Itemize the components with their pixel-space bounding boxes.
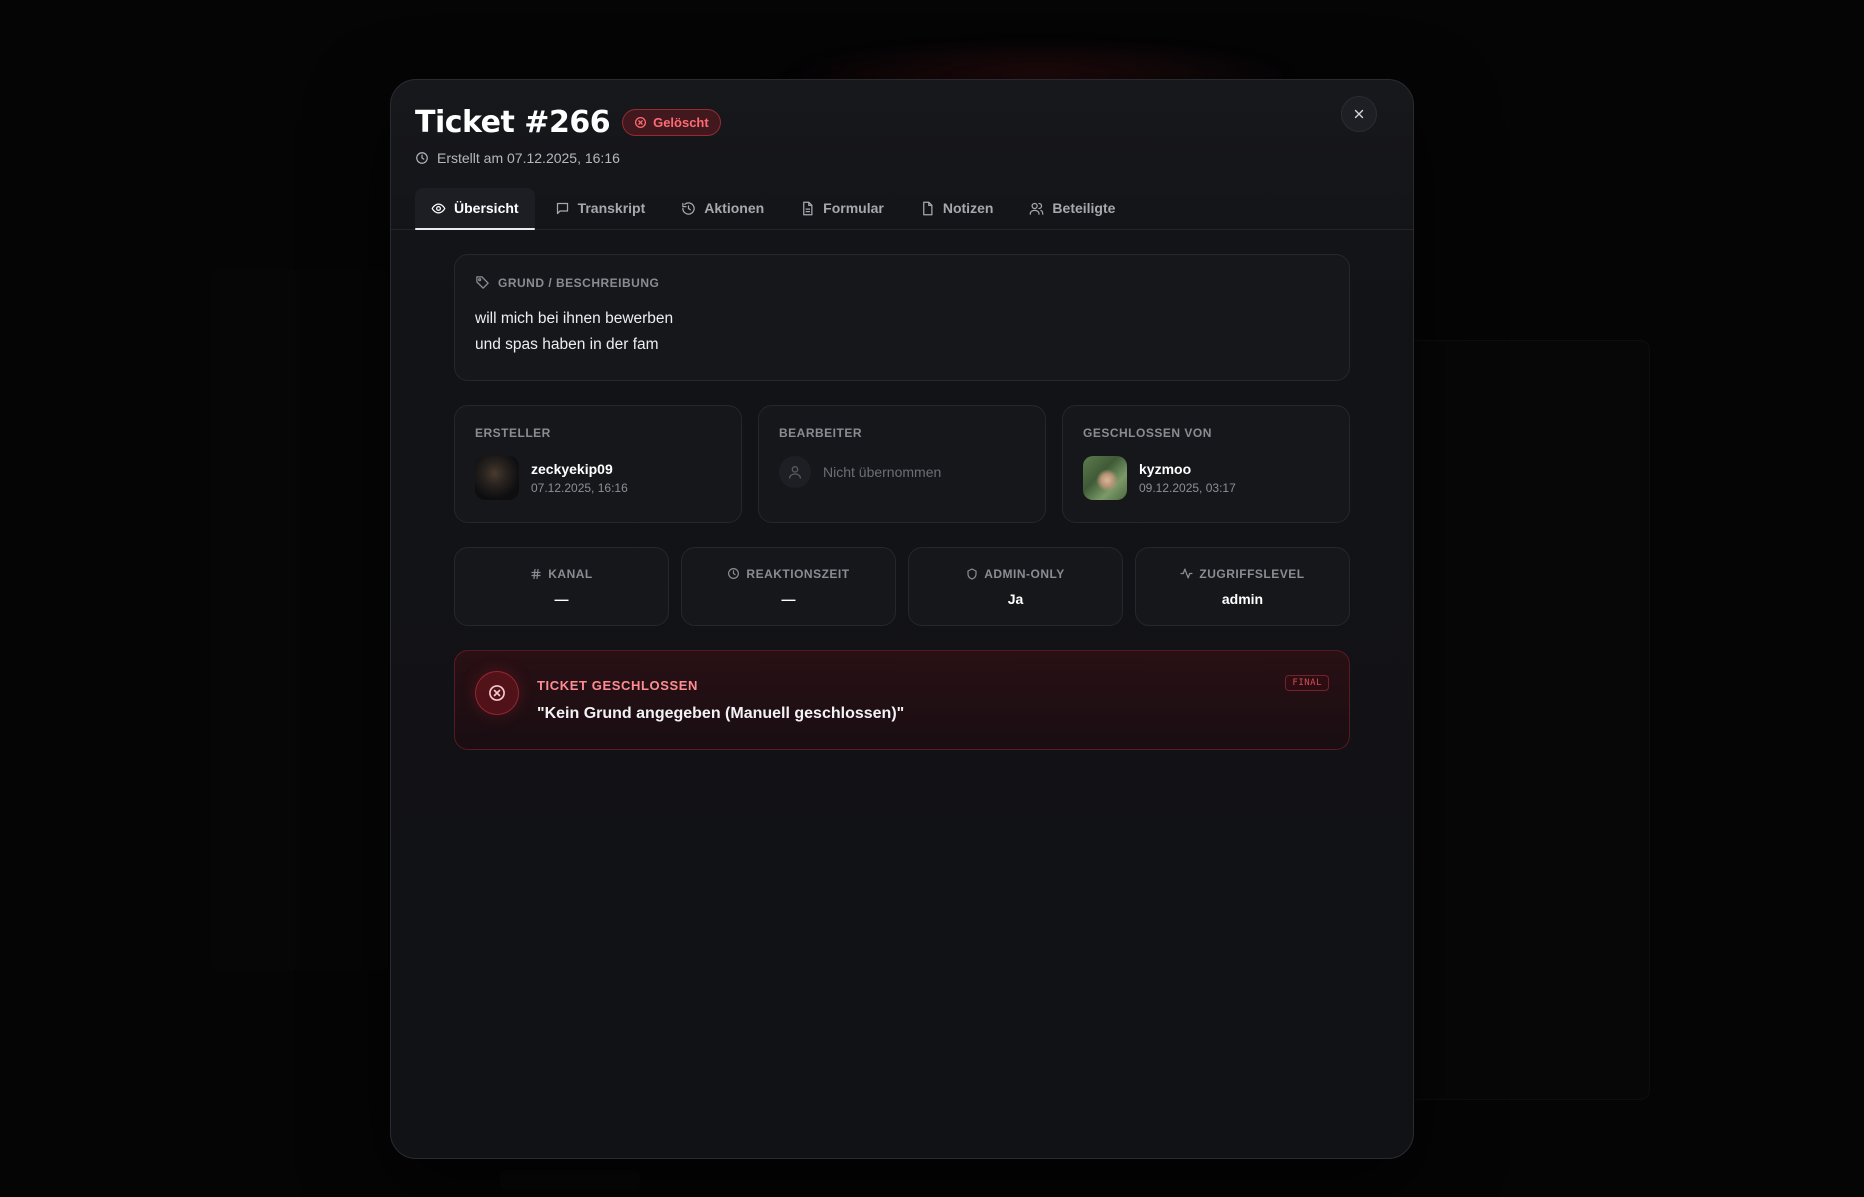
status-badge: Gelöscht (622, 108, 721, 136)
clock-icon (728, 568, 740, 579)
tab-label: Transkript (577, 200, 646, 216)
creator-card: Ersteller zeckyekip09 07.12.2025, 16:16 (454, 405, 742, 523)
x-circle-icon (475, 671, 519, 715)
close-button[interactable] (1341, 96, 1377, 132)
final-badge: FINAL (1285, 675, 1329, 691)
tab-form[interactable]: Formular (784, 188, 900, 229)
clock-icon (416, 152, 428, 164)
closed-title: Ticket geschlossen (537, 678, 699, 693)
reason-header: Grund / Beschreibung (475, 275, 1329, 290)
ticket-closed-card: Ticket geschlossen "Kein Grund angegeben… (454, 650, 1350, 750)
user-icon (779, 456, 811, 488)
reason-line: und spas haben in der fam (475, 336, 659, 353)
close-icon (1354, 109, 1364, 119)
reaction-label-row: Reaktionszeit (727, 567, 849, 581)
tab-participants[interactable]: Beteiligte (1013, 188, 1131, 229)
channel-stat: Kanal — (454, 547, 669, 626)
history-icon (682, 201, 696, 215)
reaction-stat: Reaktionszeit — (681, 547, 896, 626)
creator-user[interactable]: zeckyekip09 07.12.2025, 16:16 (475, 456, 721, 500)
hash-icon (531, 568, 541, 579)
tab-bar: Übersicht Transkript Aktionen Formular N… (391, 188, 1413, 230)
reason-text: will mich bei ihnen bewerben und spas ha… (475, 306, 1329, 358)
tab-label: Notizen (942, 200, 994, 216)
tab-label: Aktionen (704, 200, 765, 216)
tab-notes[interactable]: Notizen (904, 188, 1010, 229)
people-row: Ersteller zeckyekip09 07.12.2025, 16:16 … (454, 405, 1350, 523)
reason-card: Grund / Beschreibung will mich bei ihnen… (454, 254, 1350, 381)
closer-name: kyzmoo (1139, 461, 1192, 477)
stats-row: Kanal — Reaktionszeit — Admin-Only Ja (454, 547, 1350, 626)
document-icon (803, 201, 813, 215)
created-info: Erstellt am 07.12.2025, 16:16 (415, 150, 1389, 166)
avatar (475, 456, 519, 500)
access-label: Zugriffslevel (1199, 566, 1305, 581)
ticket-title: Ticket #266 (415, 104, 611, 140)
creator-name: zeckyekip09 (531, 461, 613, 477)
creator-date: 07.12.2025, 16:16 (531, 481, 628, 495)
tab-label: Beteiligte (1052, 200, 1116, 216)
admin-only-value: Ja (1007, 590, 1024, 607)
background-footer (500, 1170, 640, 1190)
message-icon (556, 202, 568, 214)
status-label: Gelöscht (653, 114, 709, 130)
tab-label: Übersicht (454, 200, 519, 216)
background-panel-left (210, 270, 390, 970)
modal-header: Ticket #266 Gelöscht Erstellt am 07.12.2… (391, 80, 1413, 166)
creator-label: Ersteller (475, 426, 551, 440)
channel-label: Kanal (548, 566, 593, 581)
admin-only-label: Admin-Only (984, 566, 1065, 581)
shield-icon (967, 567, 977, 580)
editor-empty: Nicht übernommen (823, 464, 942, 480)
closer-label: Geschlossen von (1083, 426, 1212, 440)
reaction-value: — (781, 590, 796, 607)
reaction-label: Reaktionszeit (746, 566, 850, 581)
admin-only-label-row: Admin-Only (966, 567, 1065, 581)
channel-value: — (554, 590, 569, 607)
editor-label: Bearbeiter (779, 426, 863, 440)
avatar (1083, 456, 1127, 500)
channel-label-row: Kanal (530, 567, 593, 581)
closer-date: 09.12.2025, 03:17 (1139, 481, 1236, 495)
access-level-stat: Zugriffslevel admin (1135, 547, 1350, 626)
closer-user[interactable]: kyzmoo 09.12.2025, 03:17 (1083, 456, 1329, 500)
ticket-modal: Ticket #266 Gelöscht Erstellt am 07.12.2… (390, 79, 1414, 1159)
users-icon (1030, 202, 1044, 215)
tab-transcript[interactable]: Transkript (539, 188, 662, 229)
overview-content: Grund / Beschreibung will mich bei ihnen… (391, 230, 1413, 750)
editor-user: Nicht übernommen (779, 456, 1025, 488)
tab-label: Formular (823, 200, 884, 216)
activity-icon (1180, 568, 1193, 579)
closer-card: Geschlossen von kyzmoo 09.12.2025, 03:17 (1062, 405, 1350, 523)
created-date: Erstellt am 07.12.2025, 16:16 (437, 150, 620, 166)
tab-actions[interactable]: Aktionen (665, 188, 780, 229)
tag-icon (476, 276, 489, 289)
admin-only-stat: Admin-Only Ja (908, 547, 1123, 626)
eye-icon (431, 202, 446, 214)
reason-line: will mich bei ihnen bewerben (475, 310, 674, 327)
closed-reason: "Kein Grund angegeben (Manuell geschloss… (537, 705, 905, 722)
note-icon (922, 201, 933, 215)
reason-label: Grund / Beschreibung (498, 275, 660, 290)
access-label-row: Zugriffslevel (1180, 567, 1304, 581)
x-circle-icon (635, 116, 647, 128)
access-value: admin (1221, 590, 1264, 607)
tab-overview[interactable]: Übersicht (415, 188, 535, 230)
editor-card: Bearbeiter Nicht übernommen (758, 405, 1046, 523)
background-panel (1380, 340, 1650, 1100)
